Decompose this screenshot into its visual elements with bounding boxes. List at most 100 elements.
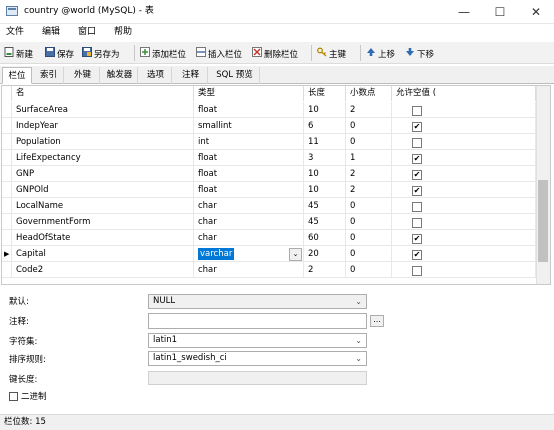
- cell-length[interactable]: 3: [304, 150, 346, 166]
- cell-type[interactable]: int: [194, 134, 304, 150]
- cell-decimals[interactable]: 0: [346, 230, 392, 246]
- save-as-button[interactable]: 另存为: [82, 46, 128, 60]
- cell-type[interactable]: char: [194, 230, 304, 246]
- cell-decimals[interactable]: 0: [346, 262, 392, 278]
- nullable-checkbox[interactable]: [412, 106, 422, 116]
- tab-sql-preview[interactable]: SQL 预览: [210, 67, 260, 84]
- comment-input[interactable]: [148, 313, 367, 329]
- cell-decimals[interactable]: 2: [346, 182, 392, 198]
- comment-more-button[interactable]: ...: [370, 315, 384, 327]
- table-row[interactable]: GNP float 10 2 ✔: [2, 166, 536, 182]
- cell-type[interactable]: char: [194, 262, 304, 278]
- tab-fields[interactable]: 栏位: [2, 67, 32, 84]
- column-header-type[interactable]: 类型: [194, 86, 304, 101]
- cell-name[interactable]: Population: [12, 134, 194, 150]
- menu-window[interactable]: 窗口: [78, 28, 96, 37]
- nullable-checkbox[interactable]: ✔: [412, 154, 422, 164]
- table-row[interactable]: SurfaceArea float 10 2: [2, 102, 536, 118]
- tab-comments[interactable]: 注释: [174, 67, 208, 84]
- cell-name[interactable]: LifeExpectancy: [12, 150, 194, 166]
- insert-field-button[interactable]: 插入栏位: [196, 46, 248, 60]
- minimize-button[interactable]: —: [446, 0, 482, 24]
- save-button[interactable]: 保存: [45, 46, 77, 60]
- cell-decimals[interactable]: 0: [346, 214, 392, 230]
- table-row[interactable]: IndepYear smallint 6 0 ✔: [2, 118, 536, 134]
- cell-name[interactable]: Capital: [12, 246, 194, 262]
- binary-checkbox[interactable]: [9, 392, 18, 401]
- table-row[interactable]: LifeExpectancy float 3 1 ✔: [2, 150, 536, 166]
- column-header-name[interactable]: 名: [12, 86, 194, 101]
- cell-length[interactable]: 10: [304, 102, 346, 118]
- default-dropdown[interactable]: NULL ⌄: [148, 294, 367, 309]
- primary-key-button[interactable]: 主键: [317, 46, 353, 60]
- nullable-checkbox[interactable]: ✔: [412, 186, 422, 196]
- type-editor[interactable]: varchar ⌄: [194, 246, 304, 262]
- move-up-button[interactable]: 上移: [366, 46, 400, 60]
- cell-type[interactable]: float: [194, 150, 304, 166]
- cell-length[interactable]: 45: [304, 198, 346, 214]
- menu-file[interactable]: 文件: [6, 28, 24, 37]
- delete-field-button[interactable]: 删除栏位: [252, 46, 306, 60]
- nullable-checkbox[interactable]: [412, 218, 422, 228]
- cell-name[interactable]: Code2: [12, 262, 194, 278]
- cell-type[interactable]: char: [194, 198, 304, 214]
- chevron-down-icon[interactable]: ⌄: [289, 248, 302, 261]
- cell-length[interactable]: 20: [304, 246, 346, 262]
- nullable-checkbox[interactable]: ✔: [412, 250, 422, 260]
- collation-dropdown[interactable]: latin1_swedish_ci ⌄: [148, 351, 367, 366]
- cell-decimals[interactable]: 0: [346, 246, 392, 262]
- table-row[interactable]: ▶ Capital varchar ⌄ 20 0 ✔: [2, 246, 536, 262]
- nullable-checkbox[interactable]: ✔: [412, 170, 422, 180]
- cell-decimals[interactable]: 2: [346, 166, 392, 182]
- nullable-checkbox[interactable]: [412, 202, 422, 212]
- cell-name[interactable]: GovernmentForm: [12, 214, 194, 230]
- cell-type[interactable]: smallint: [194, 118, 304, 134]
- cell-length[interactable]: 60: [304, 230, 346, 246]
- table-row[interactable]: Code2 char 2 0: [2, 262, 536, 278]
- column-header-length[interactable]: 长度: [304, 86, 346, 101]
- nullable-checkbox[interactable]: [412, 138, 422, 148]
- charset-dropdown[interactable]: latin1 ⌄: [148, 333, 367, 348]
- maximize-button[interactable]: ☐: [482, 0, 518, 24]
- cell-decimals[interactable]: 0: [346, 198, 392, 214]
- table-row[interactable]: GNPOld float 10 2 ✔: [2, 182, 536, 198]
- column-header-nullable[interactable]: 允许空值 (: [392, 86, 536, 101]
- cell-decimals[interactable]: 2: [346, 102, 392, 118]
- cell-type[interactable]: float: [194, 166, 304, 182]
- cell-length[interactable]: 45: [304, 214, 346, 230]
- nullable-checkbox[interactable]: ✔: [412, 122, 422, 132]
- menu-help[interactable]: 帮助: [114, 28, 132, 37]
- nullable-checkbox[interactable]: ✔: [412, 234, 422, 244]
- tab-foreign-keys[interactable]: 外键: [66, 67, 100, 84]
- scrollbar-thumb[interactable]: [538, 180, 548, 262]
- cell-type[interactable]: float: [194, 182, 304, 198]
- cell-length[interactable]: 10: [304, 166, 346, 182]
- cell-decimals[interactable]: 0: [346, 134, 392, 150]
- nullable-checkbox[interactable]: [412, 266, 422, 276]
- table-row[interactable]: GovernmentForm char 45 0: [2, 214, 536, 230]
- table-row[interactable]: LocalName char 45 0: [2, 198, 536, 214]
- cell-name[interactable]: LocalName: [12, 198, 194, 214]
- cell-type[interactable]: char: [194, 214, 304, 230]
- cell-name[interactable]: SurfaceArea: [12, 102, 194, 118]
- cell-length[interactable]: 2: [304, 262, 346, 278]
- cell-name[interactable]: IndepYear: [12, 118, 194, 134]
- table-row[interactable]: Population int 11 0: [2, 134, 536, 150]
- cell-decimals[interactable]: 0: [346, 118, 392, 134]
- close-button[interactable]: ✕: [518, 0, 554, 24]
- tab-triggers[interactable]: 触发器: [102, 67, 138, 84]
- cell-name[interactable]: GNPOld: [12, 182, 194, 198]
- cell-name[interactable]: GNP: [12, 166, 194, 182]
- move-down-button[interactable]: 下移: [405, 46, 439, 60]
- column-header-decimals[interactable]: 小数点: [346, 86, 392, 101]
- new-button[interactable]: 新建: [4, 46, 40, 60]
- cell-name[interactable]: HeadOfState: [12, 230, 194, 246]
- tab-indexes[interactable]: 索引: [34, 67, 64, 84]
- cell-length[interactable]: 11: [304, 134, 346, 150]
- cell-type[interactable]: float: [194, 102, 304, 118]
- add-field-button[interactable]: 添加栏位: [140, 46, 192, 60]
- key-length-input[interactable]: [148, 371, 367, 385]
- menu-edit[interactable]: 编辑: [42, 28, 60, 37]
- cell-decimals[interactable]: 1: [346, 150, 392, 166]
- tab-options[interactable]: 选项: [140, 67, 172, 84]
